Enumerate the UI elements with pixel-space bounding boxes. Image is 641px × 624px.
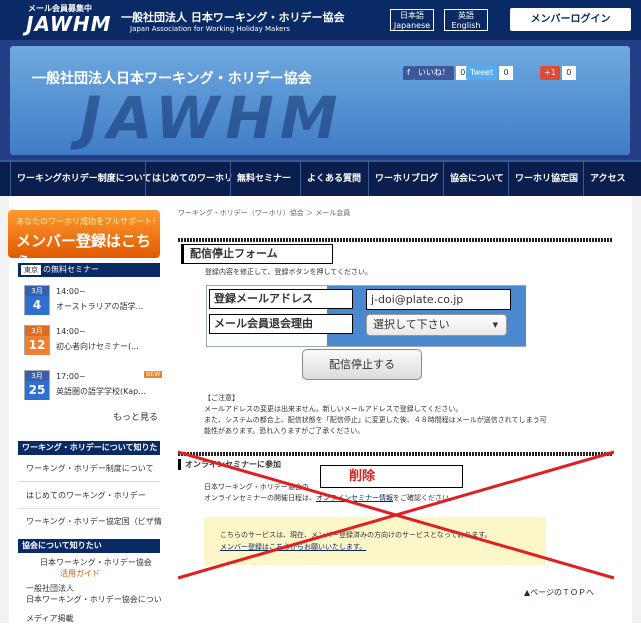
main-nav: ワーキングホリデー制度について はじめてのワーホリ 無料セミナー よくある質問 … <box>0 160 641 196</box>
nav-blog[interactable]: ワーホリブログ <box>368 162 438 196</box>
sidebar-link-media[interactable]: メディア掲載 <box>26 613 73 624</box>
seminar-header: 東京 の無料セミナー <box>18 263 160 277</box>
seminar-date: 3月 4 <box>24 285 50 315</box>
email-label: 登録メールアドレス <box>209 289 353 309</box>
left-gutter <box>0 196 9 623</box>
facebook-icon: f <box>403 66 414 80</box>
seminar-day: 4 <box>25 296 49 315</box>
facebook-like[interactable]: f いいね！ 0 <box>403 66 470 80</box>
note-line: 能性があります。恐れ入りますがご了承ください。 <box>204 427 365 435</box>
association-name: 一般社団法人 日本ワーキング・ホリデー協会 <box>121 11 345 24</box>
nav-seminar[interactable]: 無料セミナー <box>230 162 291 196</box>
note-heading: 【ご注意】 <box>204 394 239 402</box>
hero-banner: JAWHM 一般社団法人日本ワーキング・ホリデー協会 f いいね！ 0 Tweet 0… <box>0 40 641 160</box>
about-line1: 一般社団法人 <box>26 584 74 593</box>
seminar-day: 25 <box>25 381 49 400</box>
seminar-day: 12 <box>25 336 49 355</box>
join-member-banner[interactable]: あなたのワーホリ成功をフルサポート！ メンバー登録はこちら <box>8 210 160 271</box>
top-header: メール会員募集中 JAWHM 一般社団法人 日本ワーキング・ホリデー協会 Jap… <box>0 0 641 40</box>
lang-ja-label: 日本語 <box>400 11 424 20</box>
lang-ja-sub: Japanese <box>393 21 431 30</box>
seminar-time: 14:00~ <box>56 287 86 296</box>
seminar-head-label: の無料セミナー <box>43 265 99 274</box>
note-line: また、システムの都合上、配信状態を「配信停止」に変更した後、４８時間程はメールが… <box>204 416 547 424</box>
seminar-item[interactable]: 3月 25 17:00~ 英語圏の語学学校(Kap... NEW <box>20 370 163 408</box>
lang-english-button[interactable]: 英語 English <box>444 9 488 31</box>
about-line2: 日本ワーキング・ホリデー協会につい <box>26 595 162 604</box>
seminar-month: 3月 <box>25 286 49 296</box>
seminar-month: 3月 <box>25 371 49 381</box>
reason-select[interactable]: 選択して下さい ▼ <box>366 314 507 336</box>
more-seminars-link[interactable]: もっと見る <box>113 410 158 423</box>
tweet-button[interactable]: Tweet 0 <box>466 66 514 80</box>
chevron-down-icon: ▼ <box>492 321 498 329</box>
nav-wh-system[interactable]: ワーキングホリデー制度について <box>10 162 151 196</box>
nav-countries[interactable]: ワーホリ協定国 <box>508 162 578 196</box>
seminar-time: 17:00~ <box>56 372 86 381</box>
seminar-date: 3月 12 <box>24 325 50 355</box>
form-title: 配信停止フォーム <box>181 244 333 264</box>
seminar-month: 3月 <box>25 326 49 336</box>
page-top-link[interactable]: ▲ページのＴＯＰへ <box>524 587 594 598</box>
facebook-label: いいね！ <box>413 66 454 80</box>
banner-logo: JAWHM <box>80 84 344 152</box>
guide-line2: 活用ガイド <box>60 569 100 578</box>
divider <box>18 508 160 509</box>
guide-line1: 日本ワーキング・ホリデー協会 <box>40 558 152 567</box>
nav-about[interactable]: 協会について <box>443 162 504 196</box>
association-name-en: Japan Association for Working Holiday Ma… <box>130 25 290 33</box>
googleplus-count: 0 <box>561 66 576 80</box>
seminar-title: 英語圏の語学学校(Kap... <box>56 387 146 396</box>
sidebar-link-wh-system[interactable]: ワーキング・ホリデー制度について <box>26 463 154 474</box>
section-rule <box>178 238 613 242</box>
banner-title: 一般社団法人日本ワーキング・ホリデー協会 <box>32 71 312 87</box>
new-badge: NEW <box>144 371 163 378</box>
site-logo[interactable]: JAWHM <box>26 12 112 36</box>
lang-japanese-button[interactable]: 日本語 Japanese <box>390 9 434 31</box>
lang-en-label: 英語 <box>458 11 474 20</box>
sidebar-link-about[interactable]: 一般社団法人 日本ワーキング・ホリデー協会につい <box>26 583 162 605</box>
breadcrumb: ワーキング・ホリデー（ワーホリ）協会 ＞ メール会員 <box>178 209 351 217</box>
form-instructions: 登録内容を修正して、登録ボタンを押してください。 <box>205 268 373 276</box>
reason-label: メール会員退会理由 <box>209 314 353 334</box>
nav-faq[interactable]: よくある質問 <box>300 162 361 196</box>
seminar-item[interactable]: 3月 4 14:00~ オーストラリアの語学... <box>20 285 160 323</box>
delete-annotation: 削除 <box>320 465 463 488</box>
googleplus-button[interactable]: +1 0 <box>540 66 576 80</box>
seminar-date: 3月 25 <box>24 370 50 400</box>
note-line: メールアドレスの変更は出来ません。新しいメールアドレスで登録してください。 <box>204 405 463 413</box>
sidebar-section-wh: ワーキング・ホリデーについて知りた <box>18 441 160 455</box>
email-field[interactable]: j-doi@plate.co.jp <box>366 289 511 310</box>
divider <box>18 481 160 482</box>
reason-select-value: 選択して下さい <box>373 318 450 331</box>
seminar-city-select[interactable]: 東京 <box>21 265 41 275</box>
unsubscribe-button[interactable]: 配信停止する <box>302 349 422 380</box>
nav-first-wh[interactable]: はじめてのワーホリ <box>145 162 233 196</box>
lang-en-sub: English <box>451 21 481 30</box>
seminar-item[interactable]: 3月 12 14:00~ 初心者向けセミナー(... <box>20 325 160 363</box>
tweet-label: Tweet <box>466 66 498 80</box>
sidebar-link-guide[interactable]: 日本ワーキング・ホリデー協会 活用ガイド <box>40 557 152 579</box>
seminar-title: 初心者向けセミナー(... <box>56 342 139 351</box>
join-tagline: あなたのワーホリ成功をフルサポート！ <box>16 217 160 226</box>
sidebar-section-assoc: 協会について知りたい <box>18 539 160 553</box>
googleplus-label: +1 <box>540 66 560 80</box>
sidebar-link-countries[interactable]: ワーキング・ホリデー協定国（ビザ情 <box>26 516 162 527</box>
tweet-count: 0 <box>499 66 514 80</box>
seminar-time: 14:00~ <box>56 327 86 336</box>
sidebar-link-first-wh[interactable]: はじめてのワーキング・ホリデー <box>26 490 146 501</box>
right-gutter <box>632 196 641 623</box>
nav-access[interactable]: アクセス <box>583 162 626 196</box>
member-login-button[interactable]: メンバーログイン <box>510 8 631 31</box>
seminar-title: オーストラリアの語学... <box>56 302 144 311</box>
